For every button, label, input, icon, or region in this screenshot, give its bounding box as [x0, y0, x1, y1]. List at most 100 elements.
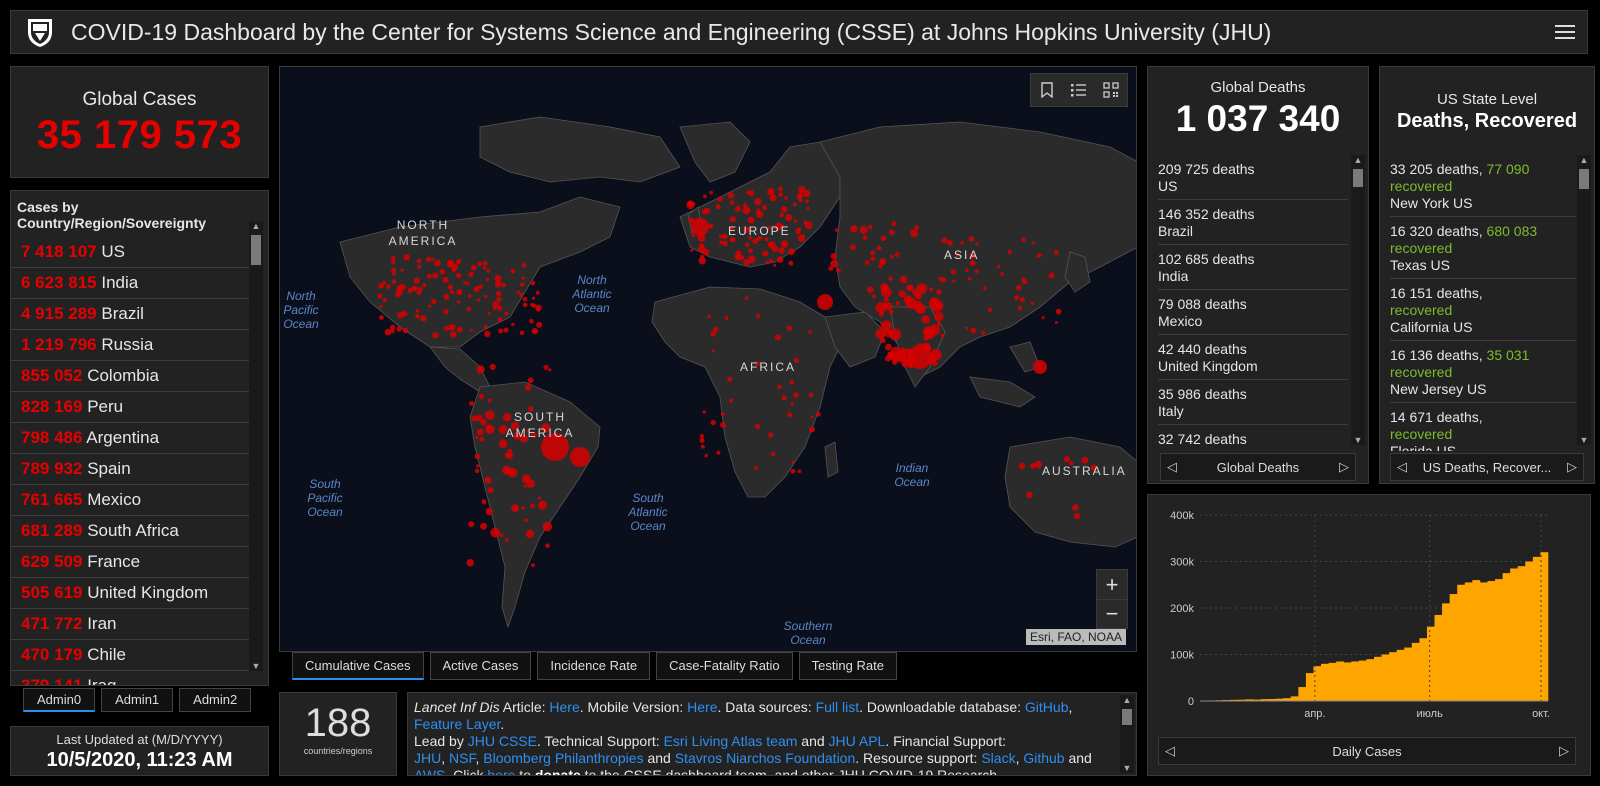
- case-marker[interactable]: [709, 190, 714, 195]
- case-marker[interactable]: [867, 224, 873, 230]
- case-marker[interactable]: [828, 266, 834, 271]
- case-marker[interactable]: [391, 267, 397, 273]
- case-marker[interactable]: [789, 380, 795, 385]
- us-state-list-item[interactable]: 14 671 deaths, recovered Florida US: [1390, 403, 1576, 451]
- case-marker[interactable]: [781, 206, 788, 213]
- case-marker[interactable]: [395, 292, 400, 298]
- case-marker[interactable]: [1055, 308, 1062, 315]
- case-marker[interactable]: [520, 282, 525, 287]
- case-marker[interactable]: [691, 233, 696, 238]
- case-marker[interactable]: [889, 229, 895, 236]
- case-marker[interactable]: [698, 257, 706, 265]
- case-marker[interactable]: [967, 276, 972, 281]
- case-marker[interactable]: [884, 302, 893, 311]
- case-marker[interactable]: [744, 242, 750, 248]
- case-marker[interactable]: [477, 261, 483, 267]
- case-marker[interactable]: [529, 318, 534, 324]
- tab-map-3[interactable]: Case-Fatality Ratio: [656, 652, 793, 680]
- case-marker[interactable]: [1063, 456, 1070, 463]
- case-marker[interactable]: [525, 529, 535, 539]
- legend-list-icon[interactable]: [1063, 74, 1095, 106]
- country-list-item[interactable]: 7 418 107 US: [11, 237, 251, 268]
- tab-map-1[interactable]: Active Cases: [429, 652, 532, 680]
- case-marker[interactable]: [790, 402, 794, 406]
- case-marker[interactable]: [784, 195, 788, 200]
- case-marker[interactable]: [713, 326, 719, 333]
- case-marker[interactable]: [519, 330, 525, 336]
- donate-here-link[interactable]: here: [487, 767, 515, 775]
- case-marker[interactable]: [804, 221, 813, 230]
- case-marker[interactable]: [503, 327, 509, 333]
- case-marker[interactable]: [795, 228, 801, 235]
- case-marker[interactable]: [975, 242, 979, 246]
- case-marker[interactable]: [466, 559, 474, 567]
- case-marker[interactable]: [420, 315, 427, 322]
- case-marker[interactable]: [501, 282, 506, 288]
- case-marker[interactable]: [442, 276, 449, 283]
- case-marker[interactable]: [762, 250, 769, 257]
- case-marker[interactable]: [494, 280, 502, 288]
- country-list-item[interactable]: 470 179 Chile: [11, 640, 251, 671]
- case-marker[interactable]: [797, 234, 806, 242]
- case-marker[interactable]: [443, 293, 450, 300]
- case-marker[interactable]: [899, 275, 908, 284]
- case-marker[interactable]: [496, 290, 502, 297]
- case-marker[interactable]: [523, 484, 527, 488]
- country-list-item[interactable]: 6 623 815 India: [11, 268, 251, 299]
- case-marker[interactable]: [699, 437, 705, 443]
- pager-prev-icon[interactable]: ◁: [1397, 459, 1407, 475]
- case-marker[interactable]: [426, 273, 432, 279]
- case-marker[interactable]: [719, 240, 723, 244]
- case-marker[interactable]: [511, 504, 519, 513]
- case-marker[interactable]: [880, 320, 892, 332]
- case-marker[interactable]: [451, 267, 457, 272]
- tab-admin-1[interactable]: Admin1: [101, 688, 174, 712]
- case-marker[interactable]: [809, 426, 815, 433]
- case-marker[interactable]: [1072, 504, 1079, 511]
- case-marker[interactable]: [1000, 271, 1004, 276]
- case-marker[interactable]: [754, 423, 761, 429]
- case-marker[interactable]: [1033, 360, 1047, 374]
- pager-prev-icon[interactable]: ◁: [1165, 743, 1175, 759]
- case-marker[interactable]: [536, 321, 543, 328]
- case-marker[interactable]: [1014, 295, 1020, 301]
- case-marker[interactable]: [756, 208, 761, 213]
- case-marker[interactable]: [808, 392, 814, 398]
- case-marker[interactable]: [908, 345, 932, 369]
- case-marker[interactable]: [521, 263, 527, 268]
- country-list-item[interactable]: 4 915 289 Brazil: [11, 299, 251, 330]
- country-list-item[interactable]: 471 772 Iran: [11, 609, 251, 640]
- case-marker[interactable]: [793, 202, 797, 207]
- case-marker[interactable]: [519, 292, 524, 297]
- case-marker[interactable]: [981, 330, 986, 335]
- case-marker[interactable]: [738, 254, 745, 261]
- case-marker[interactable]: [746, 190, 750, 195]
- deaths-list-item[interactable]: 32 742 deaths Peru: [1158, 425, 1348, 451]
- case-marker[interactable]: [530, 302, 534, 307]
- case-marker[interactable]: [716, 450, 721, 455]
- case-marker[interactable]: [888, 276, 893, 281]
- case-marker[interactable]: [775, 334, 781, 341]
- case-marker[interactable]: [413, 277, 420, 284]
- esri-link[interactable]: Esri Living Atlas team: [664, 733, 798, 749]
- case-marker[interactable]: [439, 268, 445, 275]
- case-marker[interactable]: [522, 297, 528, 302]
- zoom-out-button[interactable]: −: [1097, 599, 1127, 628]
- case-marker[interactable]: [721, 233, 728, 240]
- case-marker[interactable]: [1021, 277, 1026, 282]
- case-marker[interactable]: [974, 269, 979, 274]
- case-marker[interactable]: [425, 256, 432, 263]
- case-marker[interactable]: [890, 254, 894, 259]
- case-marker[interactable]: [781, 395, 787, 401]
- case-marker[interactable]: [455, 272, 462, 279]
- case-marker[interactable]: [524, 518, 528, 522]
- case-marker[interactable]: [1018, 462, 1026, 470]
- case-marker[interactable]: [965, 268, 969, 272]
- case-marker[interactable]: [456, 288, 463, 296]
- case-marker[interactable]: [428, 304, 432, 308]
- case-marker[interactable]: [469, 328, 473, 332]
- world-map[interactable]: NORTH AMERICA EUROPE ASIA AFRICA SOUTH A…: [279, 66, 1137, 652]
- case-marker[interactable]: [817, 294, 833, 310]
- case-marker[interactable]: [482, 260, 488, 266]
- case-marker[interactable]: [478, 393, 485, 400]
